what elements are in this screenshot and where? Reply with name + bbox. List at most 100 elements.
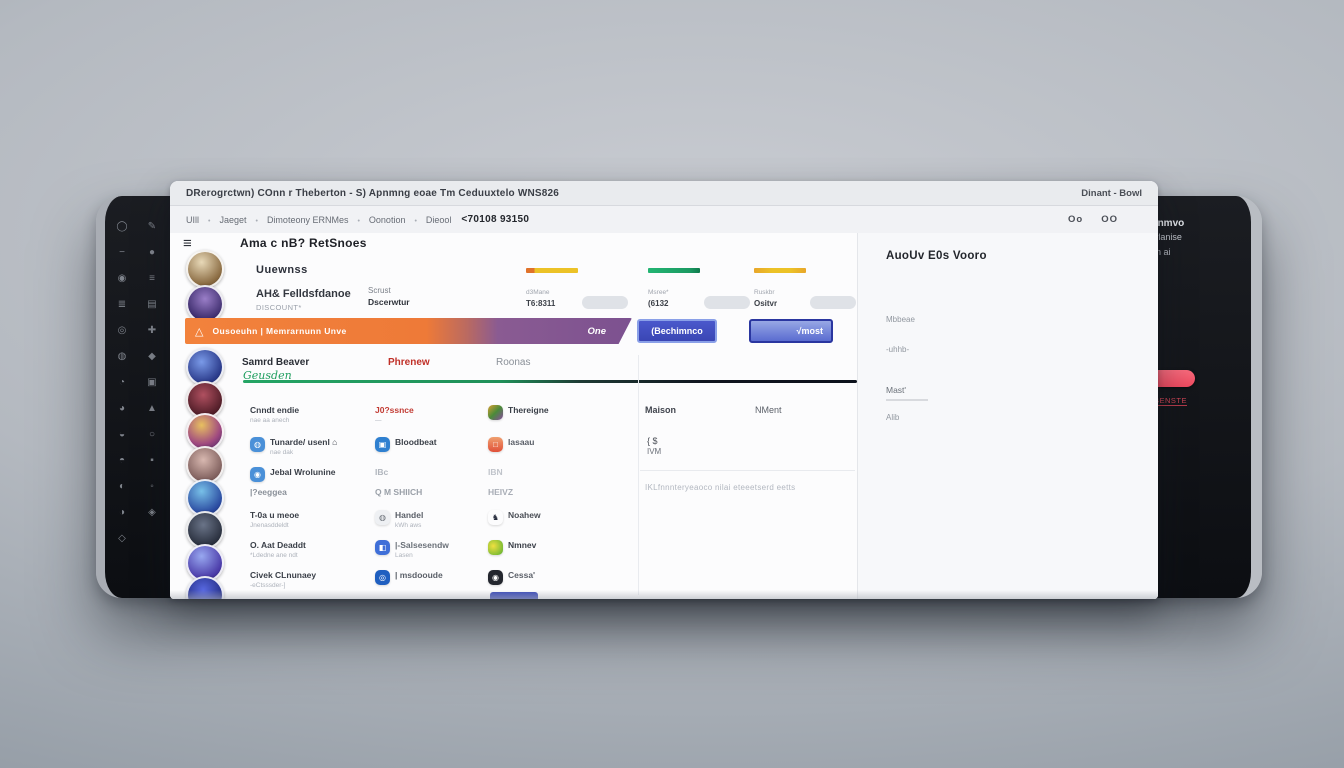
- list-item-text: Cnndt endie nae aa anech: [250, 405, 299, 424]
- list-item[interactable]: Q M SHIICH: [375, 487, 422, 499]
- menu-item[interactable]: Dimoteony ERNMes: [246, 215, 348, 225]
- warning-icon: △: [195, 325, 203, 338]
- list-item-text: Civek CLnunaey -eCtsssder-]: [250, 570, 316, 589]
- device-app-icon: ◔: [116, 378, 128, 388]
- list-item[interactable]: ◍ Tunarde/ usenl ⌂ nae dak: [250, 437, 337, 456]
- menu-item[interactable]: Dieool: [405, 215, 451, 225]
- side-panel-rows: Mbbeae -uhhb- Mast' Alib: [858, 233, 1158, 599]
- list-item[interactable]: ◉ Jebal Wrolunine: [250, 467, 336, 482]
- app-window: DRerogrctwn) COnn r Theberton - S) Apnmn…: [170, 181, 1158, 599]
- list-item-title: Cnndt endie: [250, 405, 299, 415]
- stat-bar: [648, 268, 700, 273]
- list-item[interactable]: ♞ Noahew: [488, 510, 541, 525]
- window-title: DRerogrctwn) COnn r Theberton - S) Apnmn…: [186, 188, 559, 199]
- side-panel-row: Alib: [886, 413, 899, 422]
- list-item[interactable]: ◉ Cessa': [488, 570, 535, 585]
- list-item[interactable]: ◧ |-Salsesendw Lasen: [375, 540, 449, 559]
- menu-item[interactable]: Oonotion: [348, 215, 405, 225]
- side-panel-row: Mbbeae: [886, 315, 915, 324]
- list-item-text: Jebal Wrolunine: [270, 467, 336, 479]
- list-item-text: HEIVZ: [488, 487, 513, 499]
- bottom-scroll-tab: [490, 592, 538, 599]
- list-item[interactable]: IBN: [488, 467, 503, 479]
- avatar-rail: [186, 233, 230, 599]
- menu-item[interactable]: UIll: [186, 215, 199, 225]
- list-item[interactable]: ▣ Bloodbeat: [375, 437, 437, 452]
- device-app-icon: ◎: [116, 326, 128, 336]
- device-left-icon-rail-col2: ✎●≡▤✚◆▣▲○▪◦◈: [146, 222, 158, 518]
- list-item-title: Q M SHIICH: [375, 487, 422, 497]
- mid-column-value-2: IVM: [647, 447, 661, 456]
- list-item-title: T-0a u meoe: [250, 510, 299, 520]
- list-item[interactable]: ◍ Handel kWh aws: [375, 510, 423, 529]
- menubar-toggle-icon[interactable]: Oo: [1068, 214, 1083, 225]
- side-panel-underline: [886, 399, 928, 401]
- list-item-text: T-0a u meoe Jnenasddeldt: [250, 510, 299, 529]
- mid-column-value-1: { $: [647, 436, 658, 446]
- list-item-text: Cessa': [508, 570, 535, 582]
- device-left-icon-rail-col1: ◯−◉≣◎◍◔◕◒◓◐◑◇: [116, 222, 128, 544]
- device-app-icon: ◇: [116, 534, 128, 544]
- list-item-subtitle: —: [375, 417, 414, 424]
- list-item-title: Bloodbeat: [395, 437, 437, 447]
- stat-group: Msree* (6132: [644, 268, 754, 316]
- list-item[interactable]: ​ Nmnev: [488, 540, 536, 555]
- side-panel-row: -uhhb-: [886, 345, 909, 354]
- list-item[interactable]: IBc: [375, 467, 388, 479]
- side-panel-row: Mast': [886, 385, 906, 395]
- list-item-text: Q M SHIICH: [375, 487, 422, 499]
- device-app-icon: ◍: [116, 352, 128, 362]
- stat-action-pill[interactable]: [704, 296, 750, 309]
- list-item-text: J0?ssnce —: [375, 405, 414, 424]
- mid-divider: [640, 470, 855, 471]
- device-app-icon: ≡: [146, 274, 158, 284]
- avatar[interactable]: [186, 576, 224, 599]
- avatar[interactable]: [186, 285, 224, 323]
- stat-label: Msree*: [648, 289, 669, 296]
- list-item[interactable]: ​ Thereigne: [488, 405, 549, 420]
- content-area: ≡ Ama c nB? RetSnoes Uuewnss AH& Felldsf…: [170, 233, 1158, 599]
- menu-item-group: UIllJaegetDimoteony ERNMesOonotionDieool: [186, 215, 451, 225]
- list-item[interactable]: J0?ssnce —: [375, 405, 414, 424]
- list-item-title: Noahew: [508, 510, 541, 520]
- titlebar-session-label: Dinant - Bowl: [1081, 188, 1142, 199]
- list-item-title: IBN: [488, 467, 503, 477]
- banner-secondary-button[interactable]: √most: [749, 319, 833, 343]
- list-item-text: IBN: [488, 467, 503, 479]
- list-item[interactable]: □ Iasaau: [488, 437, 534, 452]
- menubar-record-icon[interactable]: OO: [1101, 214, 1118, 225]
- device-app-icon: ◉: [116, 274, 128, 284]
- list-item-title: |?eeggea: [250, 487, 287, 497]
- banner-primary-button[interactable]: (Bechimnco: [637, 319, 717, 343]
- list-item[interactable]: T-0a u meoe Jnenasddeldt: [250, 510, 299, 529]
- list-item-title: Tunarde/ usenl ⌂: [270, 437, 337, 447]
- avatar[interactable]: [186, 250, 224, 288]
- list-item-subtitle: nae dak: [270, 449, 337, 456]
- list-item-title: O. Aat Deaddt: [250, 540, 306, 550]
- stat-label: Ruskbr: [754, 289, 775, 296]
- list-item-subtitle: kWh aws: [395, 522, 423, 529]
- menu-item[interactable]: Jaeget: [199, 215, 246, 225]
- list-item[interactable]: Civek CLnunaey -eCtsssder-]: [250, 570, 316, 589]
- list-item-title: Civek CLnunaey: [250, 570, 316, 580]
- list-item-icon: ♞: [488, 510, 503, 525]
- list-item-icon: ◉: [488, 570, 503, 585]
- list-item[interactable]: HEIVZ: [488, 487, 513, 499]
- list-item[interactable]: |?eeggea: [250, 487, 287, 499]
- list-item[interactable]: Cnndt endie nae aa anech: [250, 405, 299, 424]
- list-item-subtitle: *Ldedne ane ndt: [250, 552, 306, 559]
- list-item-title: Handel: [395, 510, 423, 520]
- list-item-icon: ​: [488, 405, 503, 420]
- list-item-title: Iasaau: [508, 437, 534, 447]
- stat-action-pill[interactable]: [810, 296, 856, 309]
- list-item-text: IBc: [375, 467, 388, 479]
- list-item[interactable]: ◎ | msdooude: [375, 570, 443, 585]
- mid-column-header-2: NMent: [755, 405, 782, 415]
- stat-group: Ruskbr Ositvr: [750, 268, 860, 316]
- device-app-icon: −: [116, 248, 128, 258]
- list-item[interactable]: O. Aat Deaddt *Ldedne ane ndt: [250, 540, 306, 559]
- device-app-icon: ▲: [146, 404, 158, 414]
- list-item-text: Thereigne: [508, 405, 549, 417]
- list-column-c: ​ Thereigne □ Iasaau: [488, 233, 628, 599]
- device-app-icon: ◕: [116, 404, 128, 414]
